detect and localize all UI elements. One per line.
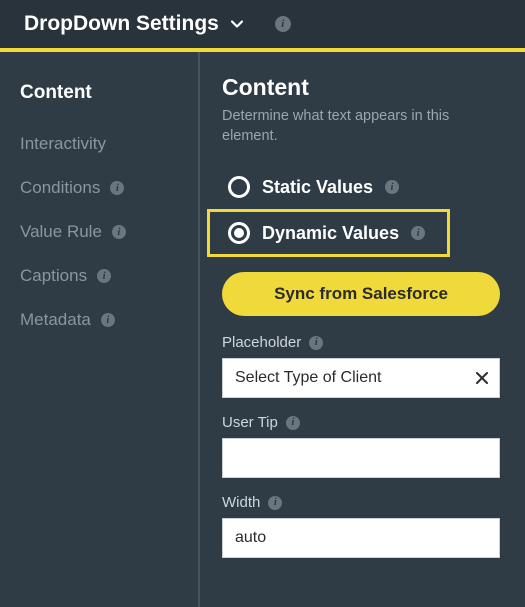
field-label: Width [222,494,260,511]
sidebar-item-content[interactable]: Content [0,74,198,122]
info-icon[interactable]: i [411,226,425,240]
section-description: Determine what text appears in this elem… [222,107,482,146]
sidebar-item-value-rule[interactable]: Value Rule i [0,210,198,254]
info-icon[interactable]: i [101,313,115,327]
info-icon[interactable]: i [97,269,111,283]
radio-icon [228,176,250,198]
titlebar: DropDown Settings i [0,0,525,52]
info-icon[interactable]: i [112,225,126,239]
page-title: DropDown Settings [24,12,219,36]
radio-label: Dynamic Values [262,223,399,244]
sidebar-item-label: Metadata [20,310,91,330]
sidebar: Content Interactivity Conditions i Value… [0,52,200,607]
info-icon[interactable]: i [110,181,124,195]
width-input[interactable] [222,518,500,558]
clear-icon[interactable] [472,368,492,388]
section-heading: Content [222,74,503,101]
sidebar-item-interactivity[interactable]: Interactivity [0,122,198,166]
sync-from-salesforce-button[interactable]: Sync from Salesforce [222,272,500,316]
sidebar-item-label: Captions [20,266,87,286]
sidebar-item-metadata[interactable]: Metadata i [0,298,198,342]
placeholder-input[interactable] [222,358,500,398]
info-icon[interactable]: i [286,416,300,430]
info-icon[interactable]: i [309,336,323,350]
radio-selected-dot [234,228,244,238]
user-tip-input[interactable] [222,438,500,478]
info-icon[interactable]: i [385,180,399,194]
sidebar-item-conditions[interactable]: Conditions i [0,166,198,210]
chevron-down-icon[interactable] [229,16,245,32]
field-label: User Tip [222,414,278,431]
sidebar-item-captions[interactable]: Captions i [0,254,198,298]
radio-label: Static Values [262,177,373,198]
sidebar-item-label: Interactivity [20,134,106,154]
main-panel: Content Determine what text appears in t… [200,52,525,607]
field-width: Width i [222,494,503,558]
radio-dynamic-values[interactable]: Dynamic Values i [210,212,447,254]
field-placeholder: Placeholder i [222,334,503,398]
radio-static-values[interactable]: Static Values i [222,166,503,208]
info-icon[interactable]: i [268,496,282,510]
field-label: Placeholder [222,334,301,351]
sidebar-item-label: Value Rule [20,222,102,242]
field-user-tip: User Tip i [222,414,503,478]
radio-icon [228,222,250,244]
sidebar-item-label: Content [20,82,92,104]
sidebar-item-label: Conditions [20,178,100,198]
info-icon[interactable]: i [275,16,291,32]
